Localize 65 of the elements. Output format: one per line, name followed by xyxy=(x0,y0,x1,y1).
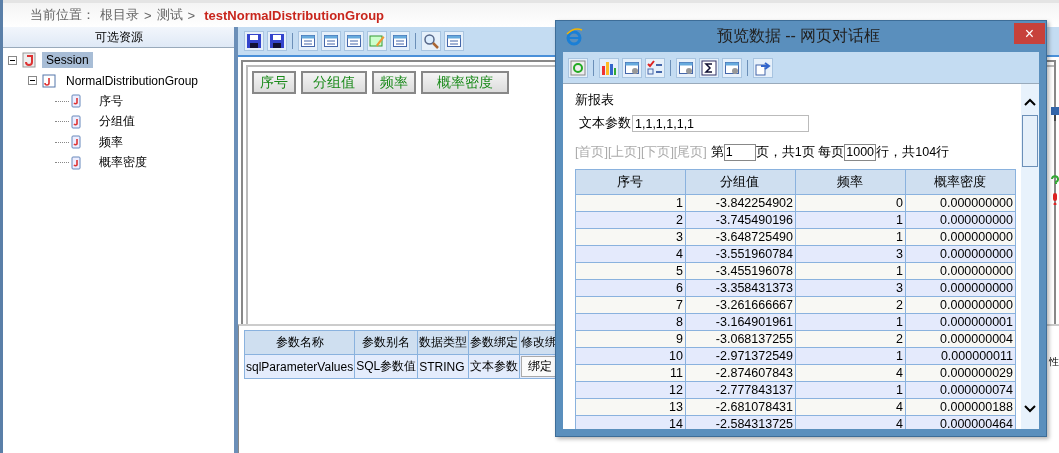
table-icon xyxy=(42,73,56,88)
column-header: 分组值 xyxy=(685,169,796,195)
field-icon xyxy=(71,135,81,150)
parameter-label: 文本参数 xyxy=(579,115,631,132)
tree-item[interactable]: 序号 xyxy=(95,91,127,111)
table-cell: sqlParameterValues xyxy=(244,354,355,379)
refresh-icon[interactable] xyxy=(568,57,588,78)
search-icon[interactable] xyxy=(421,31,441,51)
current-report-title: testNormalDistributionGroup xyxy=(204,7,385,23)
scroll-thumb[interactable] xyxy=(1022,115,1038,167)
column-header: 参数别名 xyxy=(354,330,418,355)
field-button[interactable]: 分组值 xyxy=(301,71,367,94)
document-icon xyxy=(22,52,36,69)
scrollbar[interactable] xyxy=(1021,84,1039,429)
save-icon[interactable] xyxy=(244,31,264,51)
page-label: 第 xyxy=(710,143,724,161)
field-button[interactable]: 序号 xyxy=(252,71,296,94)
page-input[interactable]: 1 xyxy=(723,143,756,161)
sum-icon[interactable] xyxy=(699,57,719,78)
pager-link: [首页] xyxy=(575,143,608,161)
panel-title: 可选资源 xyxy=(3,27,234,48)
alert-icon xyxy=(1051,193,1059,205)
tab-label: 性 xyxy=(1049,355,1059,369)
pager-link: [下页] xyxy=(640,143,674,161)
breadcrumb-link[interactable]: 根目录 xyxy=(100,6,139,24)
page-size-input[interactable]: 1000 xyxy=(844,143,877,161)
pager-link: [上页] xyxy=(607,143,641,161)
collapse-icon[interactable] xyxy=(8,55,20,65)
breadcrumb-separator: > xyxy=(144,7,152,23)
column-header: 参数名称 xyxy=(244,330,355,355)
field-button[interactable]: 概率密度 xyxy=(421,71,509,94)
scroll-down-icon[interactable] xyxy=(1024,405,1036,413)
column-header: 序号 xyxy=(575,169,686,195)
field-icon xyxy=(71,94,81,109)
checklist-icon[interactable] xyxy=(645,57,665,78)
tree-item[interactable]: 频率 xyxy=(95,132,127,152)
save-as-icon[interactable] xyxy=(267,31,287,51)
row-count-label: 行，共104行 xyxy=(876,143,950,161)
bar-chart-icon[interactable] xyxy=(599,57,619,78)
collapse-icon[interactable] xyxy=(28,76,40,86)
column-header: 数据类型 xyxy=(417,330,469,355)
page-count-label: 页，共1页 每页 xyxy=(755,143,845,161)
scroll-up-icon[interactable] xyxy=(1024,98,1036,106)
tree-item[interactable]: Session xyxy=(42,52,93,69)
tree-item[interactable]: NormalDistributionGroup xyxy=(62,72,203,89)
parameter-input[interactable]: 1,1,1,1,1,1 xyxy=(632,115,809,132)
field-icon xyxy=(71,114,81,129)
browser-icon xyxy=(565,27,583,46)
question-icon xyxy=(1051,175,1059,187)
dialog-title: 预览数据 -- 网页对话框 xyxy=(715,26,882,46)
close-button[interactable]: × xyxy=(1014,23,1045,44)
location-label: 当前位置： xyxy=(30,6,95,24)
pin-icon xyxy=(1051,107,1059,121)
column-header: 参数绑定 xyxy=(468,330,520,355)
tree-item[interactable]: 分组值 xyxy=(95,112,139,132)
field-icon xyxy=(71,155,81,170)
pager-link: [尾页] xyxy=(673,143,707,161)
field-button[interactable]: 频率 xyxy=(372,71,416,94)
breadcrumb-separator: > xyxy=(187,7,196,23)
export-icon[interactable] xyxy=(753,57,773,78)
breadcrumb-link[interactable]: 测试 xyxy=(156,6,183,24)
column-header: 频率 xyxy=(795,169,906,195)
tree-item[interactable]: 概率密度 xyxy=(95,153,151,173)
report-title: 新报表 xyxy=(575,92,615,109)
column-header: 概率密度 xyxy=(905,169,1016,195)
